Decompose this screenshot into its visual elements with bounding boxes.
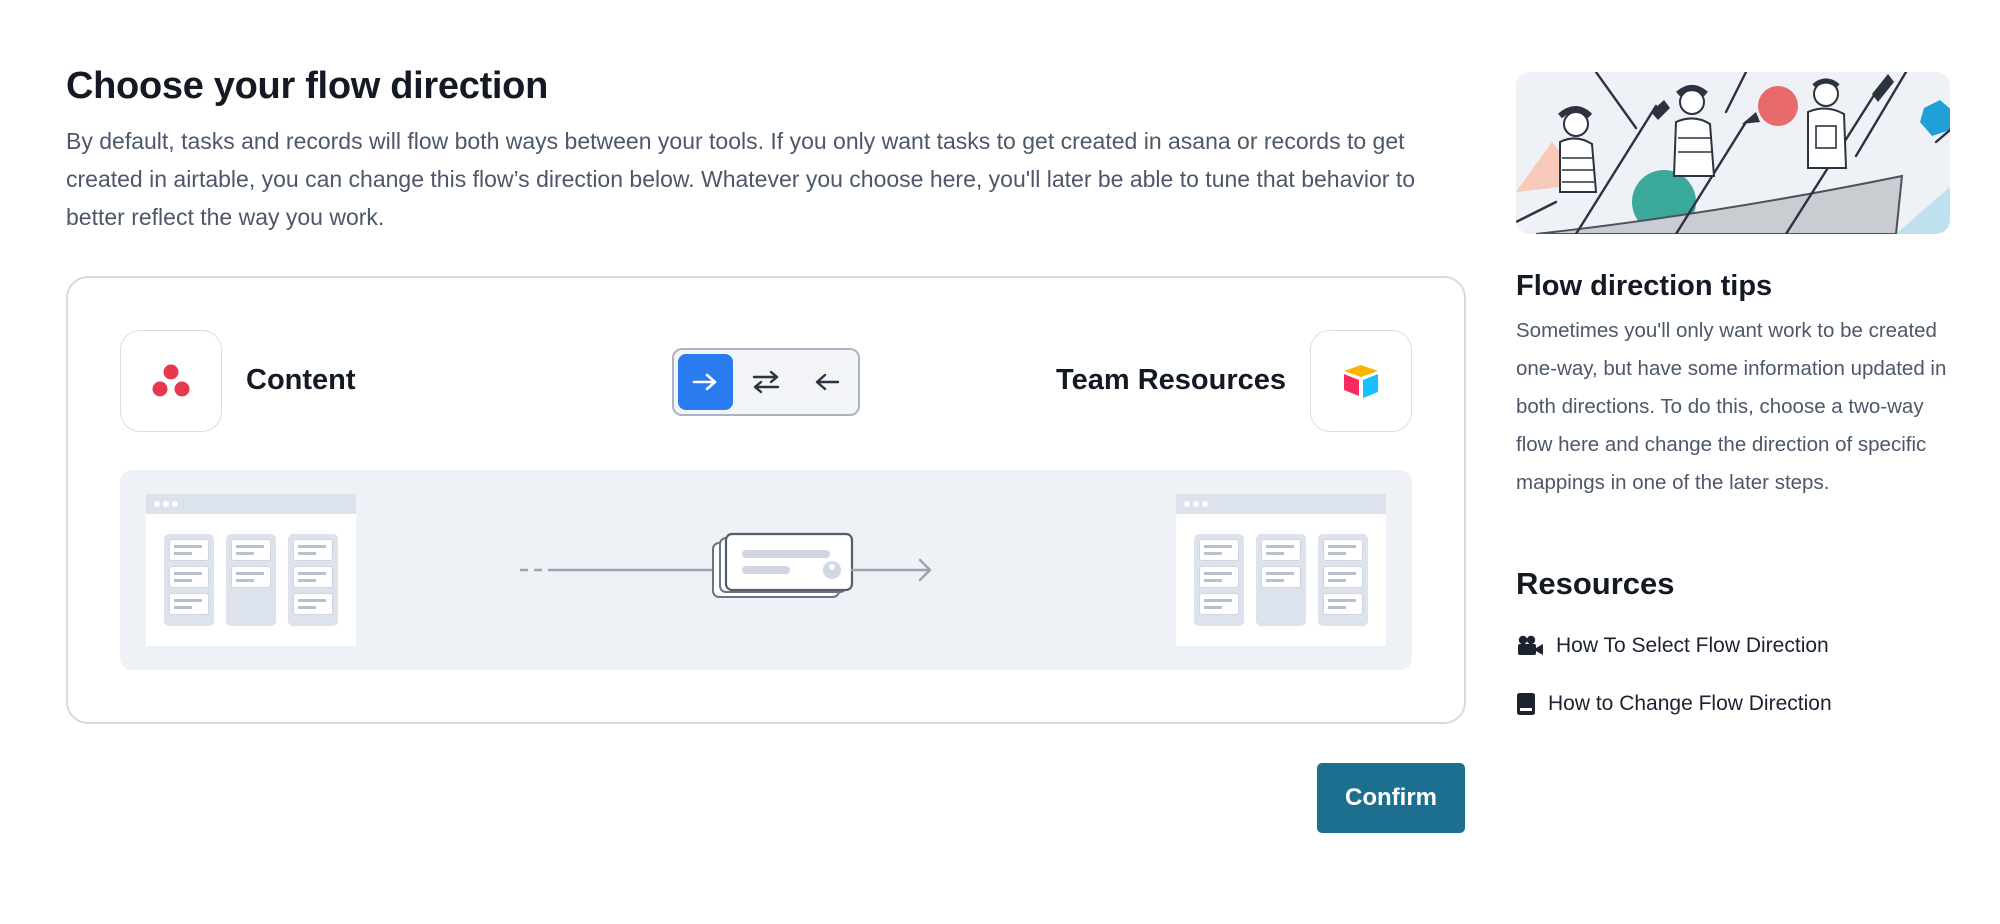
- resources-title: Resources: [1516, 566, 1675, 601]
- rowing-team-illustration: [1516, 72, 1950, 234]
- resource-link-change-flow-direction[interactable]: How to Change Flow Direction: [1516, 692, 1950, 716]
- tips-title: Flow direction tips: [1516, 270, 1773, 302]
- right-app-tile: [1310, 330, 1412, 432]
- direction-two-way-button[interactable]: [739, 354, 794, 410]
- right-app-name: Team Resources: [1056, 364, 1286, 396]
- left-app-tile: [120, 330, 222, 432]
- intro-text: By default, tasks and records will flow …: [66, 128, 1416, 230]
- direction-one-way-right-button[interactable]: [678, 354, 733, 410]
- resource-link-label: How to Change Flow Direction: [1548, 692, 1832, 715]
- left-app-name: Content: [246, 364, 356, 396]
- video-camera-icon: [1518, 635, 1543, 655]
- page-title: Choose your flow direction: [66, 65, 549, 107]
- airtable-logo-icon: [1344, 365, 1378, 398]
- flow-arrow-illustration: [520, 532, 932, 598]
- arrow-right-icon: [693, 373, 717, 391]
- flow-direction-toggle: [672, 348, 860, 416]
- tips-body: Sometimes you'll only want work to be cr…: [1516, 319, 1947, 494]
- resource-link-select-flow-direction[interactable]: How To Select Flow Direction: [1516, 634, 1950, 658]
- flow-direction-card: Content Team Resources: [66, 276, 1466, 724]
- arrow-left-icon: [815, 373, 839, 391]
- source-board-illustration: [146, 494, 356, 646]
- arrows-both-ways-icon: [752, 370, 780, 394]
- asana-logo-icon: [152, 364, 190, 397]
- resource-link-label: How To Select Flow Direction: [1556, 634, 1829, 657]
- book-icon: [1517, 693, 1535, 715]
- sidebar: Flow direction tips Sometimes you'll onl…: [1516, 72, 1950, 716]
- confirm-button[interactable]: Confirm: [1317, 763, 1465, 833]
- target-board-illustration: [1176, 494, 1386, 646]
- main-content: Choose your flow direction By default, t…: [66, 62, 1466, 236]
- direction-one-way-left-button[interactable]: [799, 354, 854, 410]
- flow-preview-illustration: [120, 470, 1412, 670]
